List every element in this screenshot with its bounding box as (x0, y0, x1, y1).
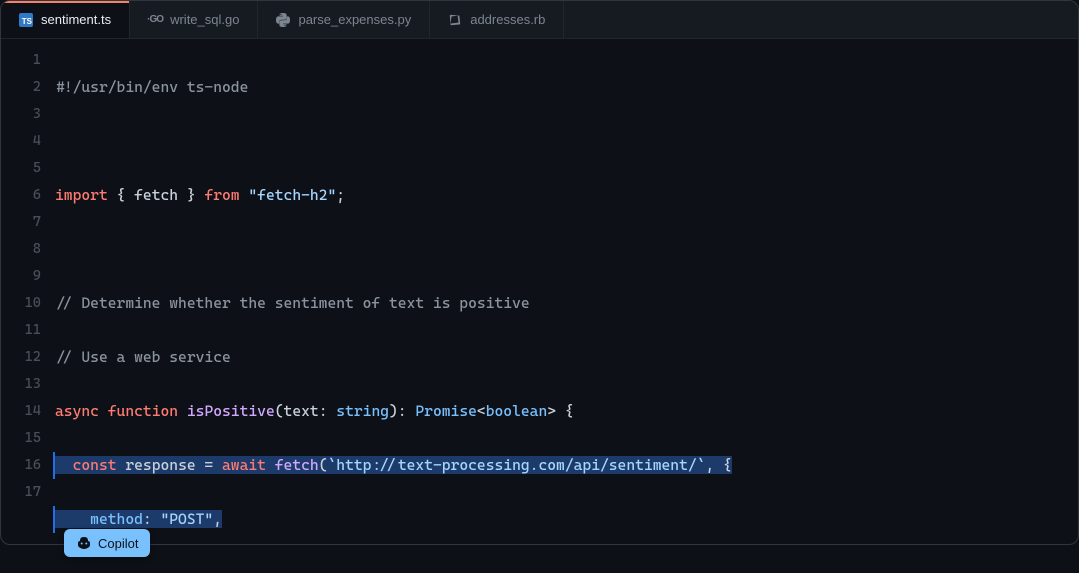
kw-async: async (55, 402, 99, 420)
kw-await: await (222, 456, 266, 474)
param-text: text (284, 402, 319, 420)
kw-from: from (204, 186, 239, 204)
tab-label: addresses.rb (470, 12, 545, 27)
tab-addresses-rb[interactable]: addresses.rb (430, 1, 564, 38)
ruby-icon (448, 13, 462, 27)
tab-label: write_sql.go (170, 12, 239, 27)
type-promise: Promise (415, 402, 477, 420)
kw-function: function (108, 402, 178, 420)
fn-fetch: fetch (275, 456, 319, 474)
str-url: `http://text-processing.com/api/sentimen… (328, 456, 706, 474)
tab-parse-expenses-py[interactable]: parse_expenses.py (258, 1, 430, 38)
fn-ispositive: isPositive (187, 402, 275, 420)
tab-sentiment-ts[interactable]: TS sentiment.ts (1, 1, 130, 38)
tab-label: parse_expenses.py (298, 12, 411, 27)
semi: ; (336, 186, 345, 204)
kw-import: import (55, 186, 108, 204)
type-string: string (336, 402, 389, 420)
tab-label: sentiment.ts (41, 12, 111, 27)
str-post: "POST" (160, 510, 213, 528)
comment-line-6: // Use a web service (55, 348, 231, 366)
ident-response: response (125, 456, 195, 474)
tab-write-sql-go[interactable]: ·GO write_sql.go (130, 1, 258, 38)
go-icon: ·GO (148, 13, 162, 27)
copilot-icon (76, 535, 92, 551)
copilot-button[interactable]: Copilot (64, 529, 150, 557)
kw-const: const (73, 456, 117, 474)
str-pkg: "fetch-h2" (248, 186, 336, 204)
line-number-gutter: 1234 5678 9101112 13141516 17 (1, 47, 55, 545)
type-boolean: boolean (486, 402, 548, 420)
ident-fetch: fetch (134, 186, 178, 204)
code-content[interactable]: #!/usr/bin/env ts-node import { fetch } … (55, 47, 1078, 545)
typescript-icon: TS (19, 13, 33, 27)
tab-bar: TS sentiment.ts ·GO write_sql.go parse_e… (1, 1, 1078, 39)
prop-method: method (90, 510, 143, 528)
copilot-label: Copilot (98, 536, 138, 551)
comment-line-5: // Determine whether the sentiment of te… (55, 294, 530, 312)
python-icon (276, 13, 290, 27)
editor-frame: TS sentiment.ts ·GO write_sql.go parse_e… (0, 0, 1079, 545)
shebang: #!/usr/bin/env ts-node (55, 78, 248, 96)
code-area[interactable]: 1234 5678 9101112 13141516 17 #!/usr/bin… (1, 39, 1078, 545)
